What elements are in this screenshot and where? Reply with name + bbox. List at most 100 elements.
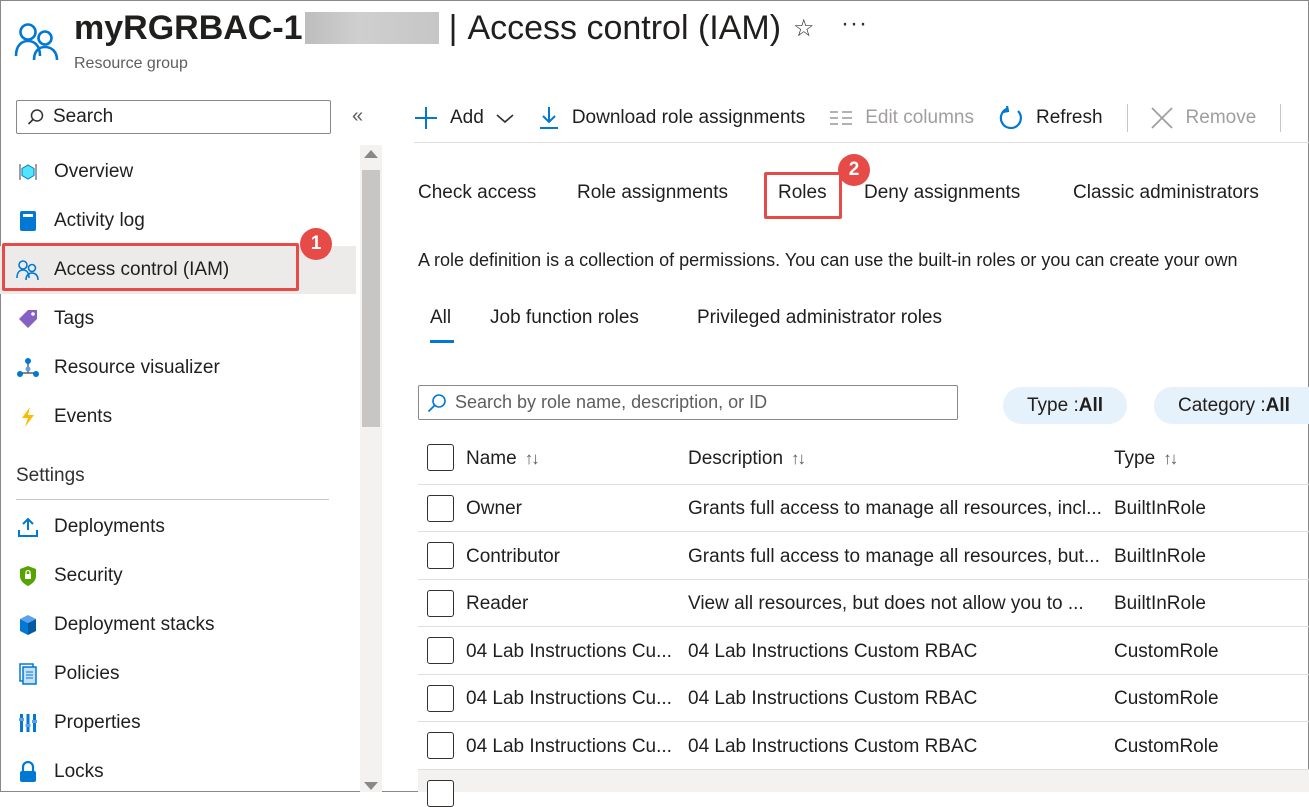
category-filter-pill[interactable]: Category : All [1154,387,1309,424]
sidebar-item-label: Deployments [54,516,165,537]
tab-deny-assignments[interactable]: Deny assignments [864,182,1020,204]
step1-highlight-box [2,243,299,291]
download-icon [539,107,558,129]
column-header-name[interactable]: Name ↑↓ [466,448,540,470]
close-icon [1150,107,1173,129]
column-header-label: Name [466,448,517,469]
download-label: Download role assignments [571,107,806,128]
sidebar-item-properties[interactable]: Properties [0,699,356,747]
scroll-down-arrow-icon[interactable] [364,782,378,790]
row-name[interactable]: Contributor [466,546,676,568]
table-row-partial[interactable] [418,770,1309,792]
sort-icon[interactable]: ↑↓ [525,449,540,468]
policy-doc-icon [16,662,40,686]
row-description: 04 Lab Instructions Custom RBAC [688,641,978,662]
row-checkbox[interactable] [427,495,454,522]
add-button[interactable]: Add [414,106,514,130]
favorite-star-icon[interactable]: ☆ [793,14,815,43]
sidebar-item-label: Overview [54,161,134,182]
sidebar-item-overview[interactable]: Overview [0,148,356,196]
row-checkbox[interactable] [427,780,454,807]
row-type: CustomRole [1114,736,1219,757]
row-type: CustomRole [1114,641,1219,662]
sort-icon[interactable]: ↑↓ [791,449,806,468]
column-header-label: Type [1114,448,1156,469]
row-divider [418,626,1309,627]
column-header-type[interactable]: Type ↑↓ [1114,448,1178,470]
sidebar-search-placeholder: Search [53,106,114,127]
row-name[interactable]: 04 Lab Instructions Cu... [466,736,676,758]
toolbar-divider [414,142,1309,143]
row-checkbox[interactable] [427,637,454,664]
settings-section-title: Settings [16,465,85,486]
row-checkbox[interactable] [427,590,454,617]
subtab-job-function-roles[interactable]: Job function roles [490,307,639,329]
row-checkbox[interactable] [427,542,454,569]
sidebar-item-tags[interactable]: Tags [0,295,356,343]
upload-icon [16,515,40,539]
overview-cube-icon [16,160,40,184]
row-description: Grants full access to manage all resourc… [688,498,1102,519]
scroll-up-arrow-icon[interactable] [364,150,378,158]
sidebar-item-deployments[interactable]: Deployments [0,503,356,551]
sidebar-item-resource-visualizer[interactable]: Resource visualizer [0,344,356,392]
row-divider [418,531,1309,532]
row-name[interactable]: 04 Lab Instructions Cu... [466,641,676,663]
category-filter-label: Category : [1178,394,1266,416]
sidebar-item-events[interactable]: Events [0,393,356,441]
type-filter-pill[interactable]: Type : All [1003,387,1128,424]
tab-role-assignments[interactable]: Role assignments [577,182,728,204]
sidebar-item-label: Properties [54,712,141,733]
page-title-text: Access control (IAM) [467,9,782,47]
sidebar-search-input[interactable]: Search [16,100,331,134]
activity-log-icon [16,209,40,233]
toolbar-separator [1126,104,1128,132]
edit-columns-button[interactable]: Edit columns [829,107,974,129]
sort-icon[interactable]: ↑↓ [1163,449,1178,468]
toolbar-separator [1280,104,1282,132]
section-divider [16,499,329,500]
row-name[interactable]: Owner [466,498,676,520]
column-header-label: Description [688,448,784,469]
tab-classic-administrators[interactable]: Classic administrators [1073,182,1259,204]
collapse-sidebar-button[interactable]: « [352,105,363,128]
tag-icon [16,307,40,331]
sidebar-item-policies[interactable]: Policies [0,650,356,698]
tab-check-access[interactable]: Check access [418,182,536,204]
row-description: 04 Lab Instructions Custom RBAC [688,736,978,757]
row-type: BuiltInRole [1114,593,1206,614]
sidebar-item-label: Deployment stacks [54,614,215,635]
row-description: 04 Lab Instructions Custom RBAC [688,688,978,709]
resource-type-subtitle: Resource group [74,55,188,72]
sidebar-item-security[interactable]: Security [0,552,356,600]
row-name[interactable]: Reader [466,593,676,615]
active-subtab-indicator [430,340,454,343]
shield-icon [16,564,40,588]
visualizer-icon [16,356,40,380]
sidebar-item-label: Security [54,565,123,586]
sidebar-item-label: Events [54,406,113,427]
download-role-assignments-button[interactable]: Download role assignments [538,106,805,130]
role-search-input[interactable]: Search by role name, description, or ID [418,385,958,420]
sidebar-item-label: Tags [54,308,95,329]
sidebar-item-label: Policies [54,663,120,684]
row-checkbox[interactable] [427,732,454,759]
subtab-all[interactable]: All [430,307,451,329]
more-options-button[interactable]: ··· [841,10,868,38]
column-header-description[interactable]: Description ↑↓ [688,448,806,470]
subtab-privileged-administrator-roles[interactable]: Privileged administrator roles [697,307,942,329]
row-name[interactable]: 04 Lab Instructions Cu... [466,688,676,710]
type-filter-value: All [1078,394,1104,416]
remove-button[interactable]: Remove [1150,106,1256,130]
edit-columns-label: Edit columns [865,107,974,128]
row-divider [418,484,1309,485]
refresh-button[interactable]: Refresh [998,105,1103,131]
title-separator: | [448,9,458,47]
sidebar-item-locks[interactable]: Locks [0,748,356,796]
sidebar-scroll-thumb[interactable] [362,170,380,427]
select-all-checkbox[interactable] [427,444,454,471]
sidebar-item-deployment-stacks[interactable]: Deployment stacks [0,601,356,649]
row-checkbox[interactable] [427,685,454,712]
step1-badge: 1 [300,228,332,260]
row-type: BuiltInRole [1114,498,1206,519]
